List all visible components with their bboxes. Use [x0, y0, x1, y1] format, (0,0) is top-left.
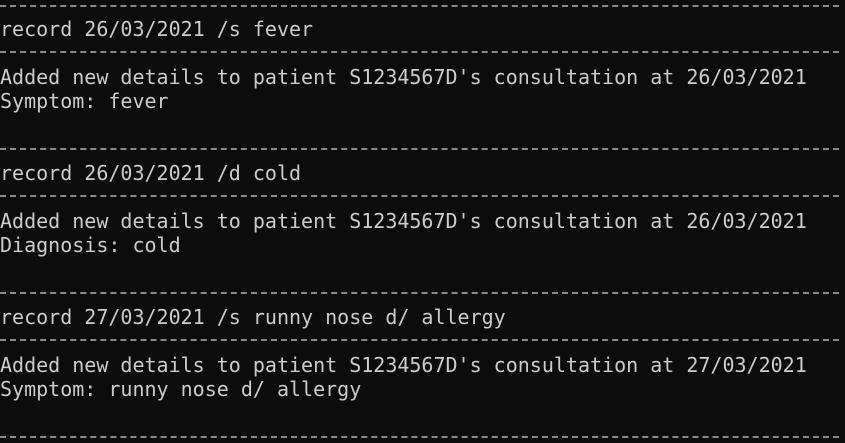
separator-line: [0, 51, 839, 53]
separator-line: [0, 195, 839, 197]
output-line: Symptom: runny nose d/ allergy: [0, 377, 362, 401]
terminal-window[interactable]: record 26/03/2021 /s fever Added new det…: [0, 0, 845, 443]
output-line: Added new details to patient S1234567D's…: [0, 65, 807, 89]
command-line: record 27/03/2021 /s runny nose d/ aller…: [0, 305, 506, 329]
command-line: record 26/03/2021 /s fever: [0, 17, 314, 41]
output-line: Added new details to patient S1234567D's…: [0, 209, 807, 233]
separator-line: [0, 148, 839, 150]
command-line: record 26/03/2021 /d cold: [0, 161, 302, 185]
separator-line: [0, 436, 839, 438]
output-line: Diagnosis: cold: [0, 233, 181, 257]
separator-line: [0, 5, 839, 7]
separator-line: [0, 339, 839, 341]
separator-line: [0, 292, 839, 294]
output-line: Added new details to patient S1234567D's…: [0, 353, 807, 377]
output-line: Symptom: fever: [0, 89, 169, 113]
